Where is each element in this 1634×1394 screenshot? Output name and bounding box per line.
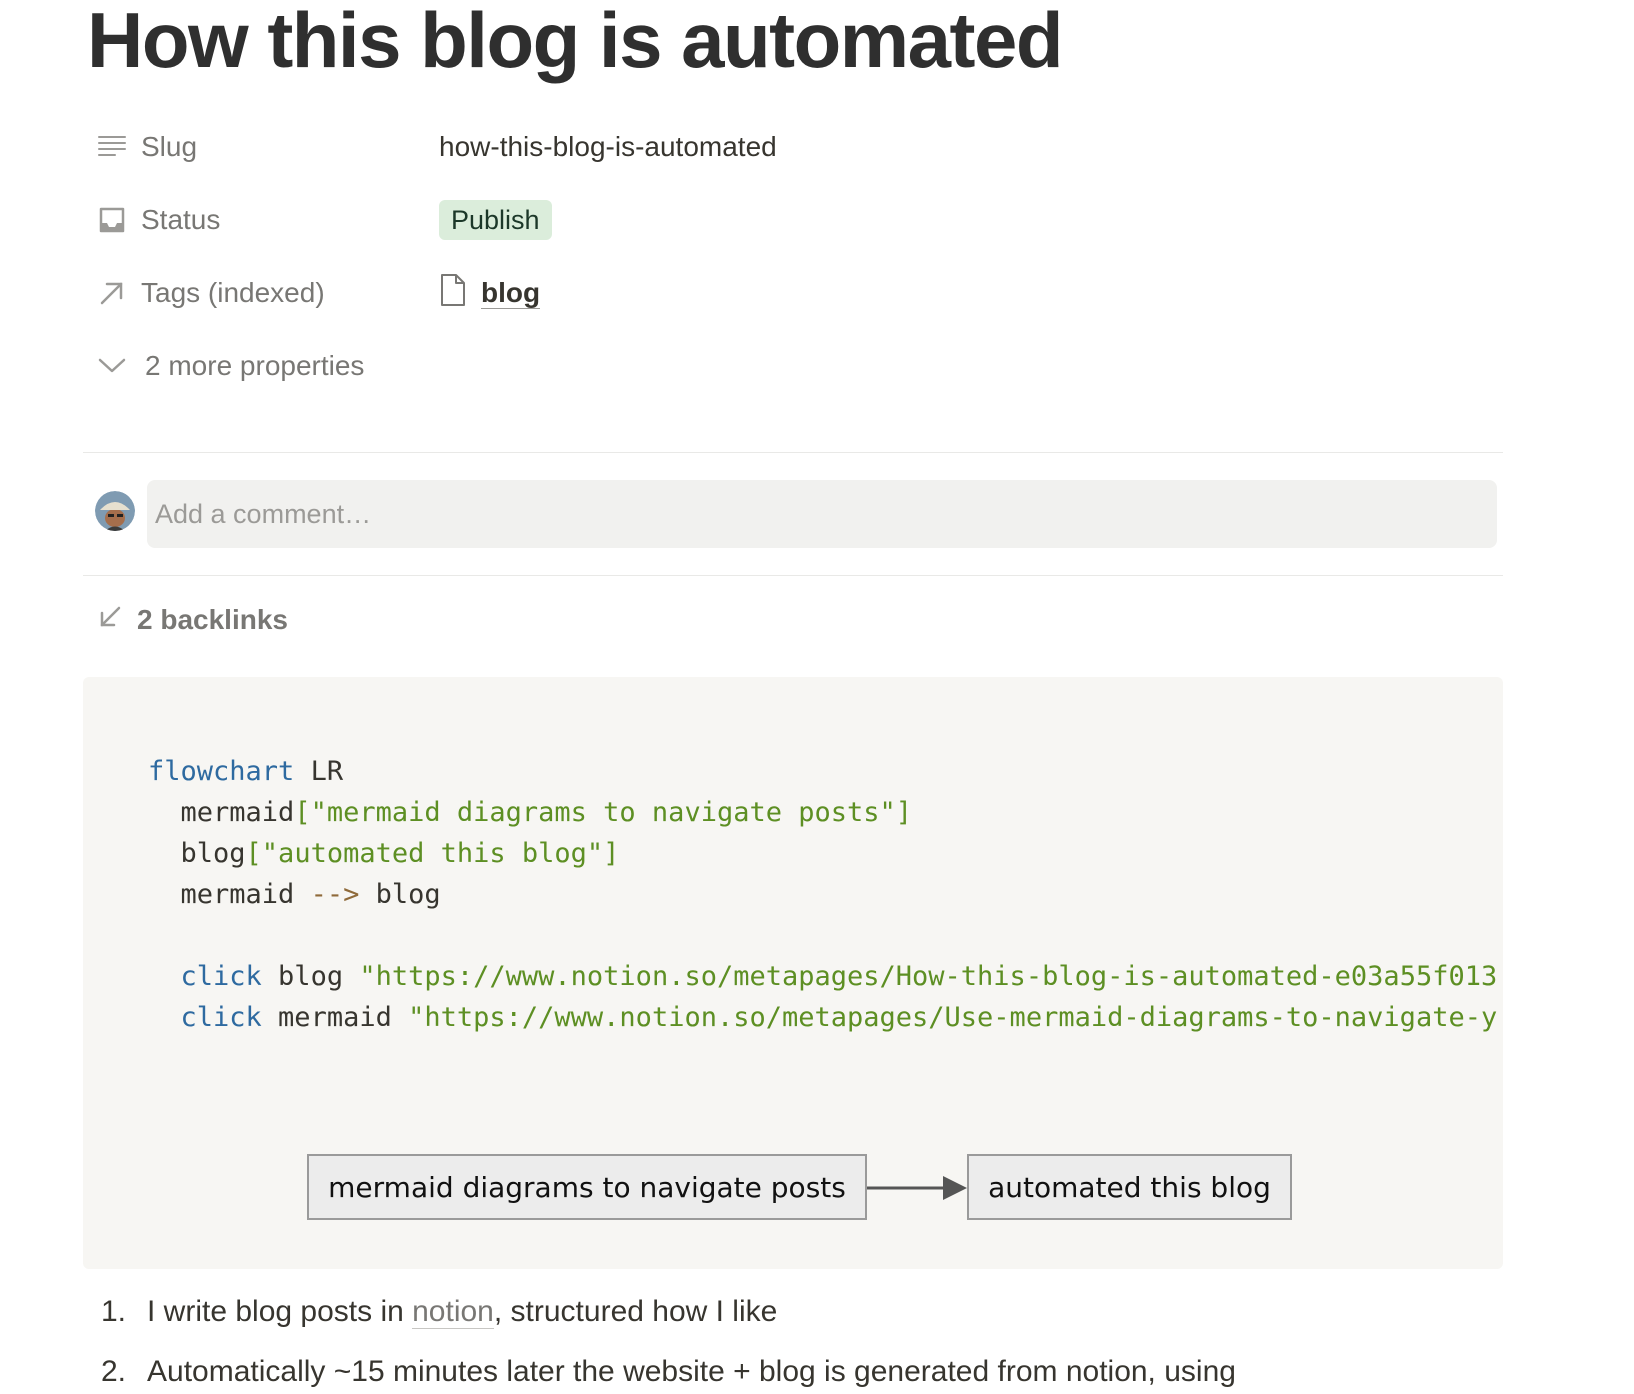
code-keyword: click (180, 1002, 262, 1033)
more-properties-button[interactable]: 2 more properties (97, 346, 364, 386)
page-title[interactable]: How this blog is automated (87, 0, 1064, 88)
slug-value[interactable]: how-this-blog-is-automated (439, 127, 777, 167)
code-token: blog (180, 838, 246, 869)
list-text-part: , structured how I like (493, 1295, 778, 1328)
tag-link-blog[interactable]: blog (439, 273, 541, 314)
property-label: Tags (indexed) (141, 277, 325, 308)
code-string: "https://www.notion.so/metapages/Use-mer… (408, 1002, 1498, 1033)
list-number: 2. (101, 1355, 127, 1388)
list-text: Automatically ~15 minutes later the webs… (147, 1355, 1236, 1388)
backlinks-toggle[interactable]: 2 backlinks (97, 600, 288, 640)
tags-value[interactable]: blog (439, 273, 541, 314)
code-keyword: flowchart (148, 756, 295, 787)
comment-input[interactable] (147, 480, 1497, 548)
flow-node-blog[interactable]: automated this blog (967, 1154, 1292, 1220)
divider (83, 575, 1503, 576)
code-token: mermaid (180, 797, 295, 828)
arrow-down-left-icon (97, 604, 123, 637)
property-label: Status (141, 204, 221, 235)
more-properties-toggle[interactable]: 2 more properties (87, 346, 1487, 386)
code-string: ["mermaid diagrams to navigate posts"] (294, 797, 913, 828)
divider (83, 452, 1503, 453)
flow-node-mermaid[interactable]: mermaid diagrams to navigate posts (307, 1154, 867, 1220)
more-properties-label: 2 more properties (145, 350, 365, 381)
property-name-status[interactable]: Status (97, 200, 220, 240)
code-string: "https://www.notion.so/metapages/How-thi… (359, 961, 1498, 992)
property-tags[interactable]: Tags (indexed) blog (87, 273, 1487, 313)
list-text: I write blog posts in notion, structured… (147, 1295, 777, 1329)
code-token: blog (261, 961, 360, 992)
code-string: ["automated this blog"] (245, 838, 620, 869)
list-number: 1. (101, 1295, 127, 1328)
property-name-tags[interactable]: Tags (indexed) (97, 273, 325, 313)
property-name-slug[interactable]: Slug (97, 127, 197, 167)
tag-label[interactable]: blog (481, 277, 541, 309)
code-token: blog (359, 879, 441, 910)
property-status[interactable]: Status Publish (87, 200, 1487, 240)
code-keyword: click (180, 961, 262, 992)
avatar (95, 491, 135, 531)
code-block[interactable]: flowchart LR mermaid["mermaid diagrams t… (83, 677, 1503, 1269)
code-token: mermaid (261, 1002, 409, 1033)
code-text[interactable]: flowchart LR mermaid["mermaid diagrams t… (148, 751, 1497, 1038)
status-value[interactable]: Publish (439, 200, 552, 240)
code-token: LR (294, 756, 344, 787)
code-operator: --> (310, 879, 360, 910)
property-slug[interactable]: Slug how-this-blog-is-automated (87, 127, 1487, 167)
text-lines-icon (97, 132, 127, 162)
page-icon (439, 273, 467, 314)
chevron-down-icon (97, 351, 127, 381)
backlinks-label: 2 backlinks (137, 604, 288, 635)
notion-link[interactable]: notion (412, 1295, 494, 1329)
property-label: Slug (141, 131, 198, 162)
code-token: mermaid (180, 879, 311, 910)
arrow-up-right-icon (97, 278, 127, 308)
list-text-part: I write blog posts in (147, 1295, 413, 1328)
comment-row (87, 480, 1507, 548)
status-badge[interactable]: Publish (439, 200, 552, 240)
flow-arrow (867, 1176, 967, 1200)
inbox-icon (97, 205, 127, 235)
